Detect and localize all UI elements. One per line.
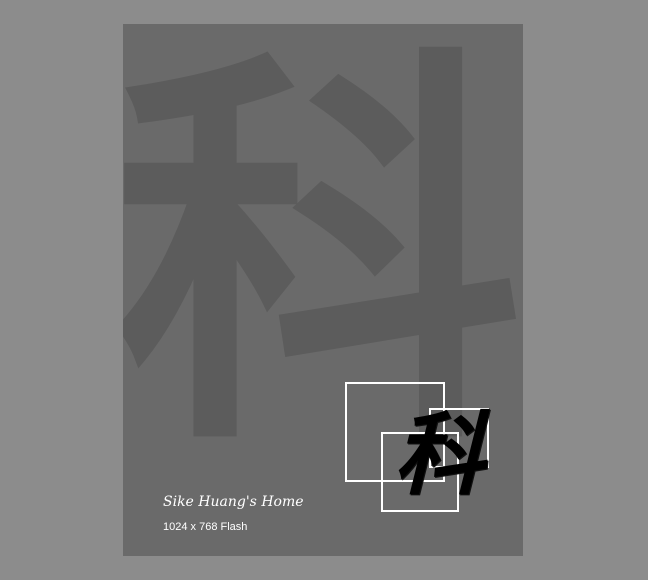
resolution-note: 1024 x 768 Flash bbox=[163, 521, 248, 533]
intro-panel[interactable]: 科 科 Sike Huang's Home 1024 x 768 Flash bbox=[123, 24, 523, 556]
site-title: Sike Huang's Home bbox=[163, 494, 304, 510]
logo-character: 科 bbox=[394, 402, 484, 508]
flash-stage: 科 科 Sike Huang's Home 1024 x 768 Flash bbox=[0, 0, 648, 580]
site-logo[interactable]: 科 bbox=[345, 382, 491, 512]
